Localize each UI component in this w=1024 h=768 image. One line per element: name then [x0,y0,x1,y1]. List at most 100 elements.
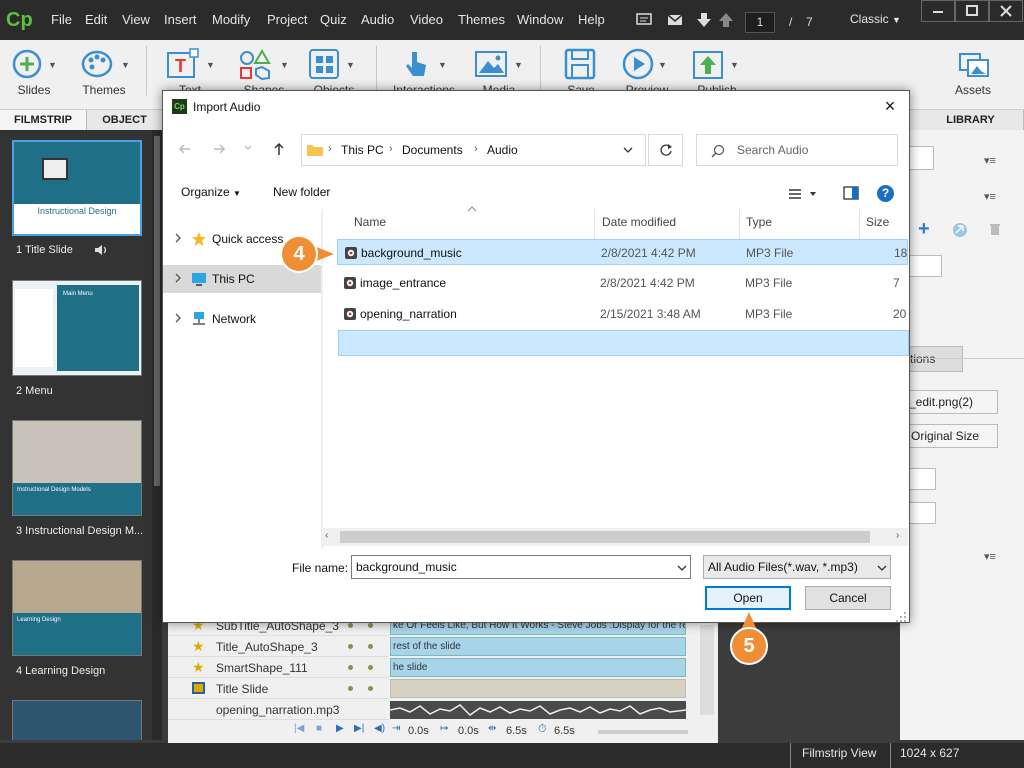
file-row-image-entrance[interactable]: image_entrance 2/8/2021 4:42 PM MP3 File… [337,270,908,296]
refresh-icon[interactable] [952,222,968,238]
lock-dot[interactable] [368,686,373,691]
menu-modify[interactable]: Modify [212,12,250,27]
play-icon[interactable]: ▶ [336,723,344,734]
menu-quiz[interactable]: Quiz [320,12,347,27]
recent-locations-icon[interactable] [243,143,253,159]
timeline-scrollbar[interactable] [700,625,714,715]
prev-arrow-icon[interactable] [718,13,734,27]
timeline-bar[interactable] [390,679,686,698]
visibility-dot[interactable] [348,665,353,670]
scroll-left-icon[interactable]: ‹ [325,530,328,541]
menu-window[interactable]: Window [517,12,563,27]
view-options-icon[interactable] [788,187,820,201]
panel-menu-icon[interactable]: ▾≡ [984,154,996,167]
breadcrumb-this-pc[interactable]: This PC [341,143,384,157]
close-icon[interactable]: × [881,97,899,116]
lock-dot[interactable] [368,644,373,649]
menu-edit[interactable]: Edit [85,12,107,27]
address-bar[interactable]: › This PC › Documents › Audio [301,134,646,166]
file-type-select[interactable]: All Audio Files(*.wav, *.mp3) [703,555,891,579]
chevron-right-icon[interactable] [173,233,183,243]
slide-thumbnail-5[interactable] [12,700,142,740]
property-field[interactable] [908,146,934,170]
close-window-button[interactable] [989,0,1023,22]
rewind-icon[interactable]: |◀ [294,723,304,734]
timeline-row[interactable]: Title Slide [168,678,388,699]
breadcrumb-audio[interactable]: Audio [487,143,518,157]
lock-dot[interactable] [368,665,373,670]
menu-project[interactable]: Project [267,12,307,27]
end-icon[interactable]: ▶| [354,723,364,734]
image-name-button[interactable]: _edit.png(2) [904,390,998,414]
menu-file[interactable]: File [51,12,72,27]
chevron-right-icon[interactable] [173,313,183,323]
scroll-right-icon[interactable]: › [896,530,899,541]
help-icon[interactable]: ? [877,185,894,202]
file-name-dropdown-icon[interactable] [676,563,688,573]
mail-icon[interactable] [667,13,683,27]
slide-thumbnail-3[interactable]: Instructional Design Models [12,420,142,516]
menu-view[interactable]: View [122,12,150,27]
audio-waveform[interactable] [390,701,686,719]
chevron-right-icon[interactable] [173,273,183,283]
timeline-row[interactable]: opening_narration.mp3 [168,699,388,720]
tab-object-state[interactable]: OBJECT STATE [87,110,163,146]
scrollbar-thumb[interactable] [340,531,870,543]
file-list-hscrollbar[interactable]: ‹ › [322,528,908,546]
comment-icon[interactable] [636,13,652,27]
visibility-dot[interactable] [348,623,353,628]
menu-themes[interactable]: Themes [458,12,505,27]
panel-menu-icon[interactable]: ▾≡ [984,550,996,563]
timeline-row[interactable]: ★ SmartShape_111 [168,657,388,678]
open-button[interactable]: Open [705,586,791,610]
maximize-button[interactable] [955,0,989,22]
visibility-dot[interactable] [348,686,353,691]
visibility-dot[interactable] [348,644,353,649]
assets-button[interactable]: Assets [948,44,998,106]
cancel-button[interactable]: Cancel [805,586,891,610]
lock-dot[interactable] [368,623,373,628]
filmstrip-scrollbar[interactable] [152,130,162,740]
file-row-background-music[interactable]: background_music 2/8/2021 4:42 PM MP3 Fi… [337,239,908,265]
workspace-switcher[interactable]: Classic ▼ [850,12,901,26]
menu-audio[interactable]: Audio [361,12,394,27]
refresh-button[interactable] [648,134,683,166]
next-arrow-icon[interactable] [696,13,712,27]
nav-item-network[interactable]: Network [163,305,321,333]
file-row-opening-narration[interactable]: opening_narration 2/15/2021 3:48 AM MP3 … [337,301,908,327]
minimize-button[interactable] [921,0,955,22]
scrollbar-thumb[interactable] [154,136,160,486]
preview-pane-icon[interactable] [843,186,859,200]
up-arrow-icon[interactable] [271,141,287,157]
menu-video[interactable]: Video [410,12,443,27]
address-dropdown-icon[interactable] [622,145,634,155]
speaker-icon[interactable]: ◀) [374,723,385,734]
forward-arrow-icon[interactable] [211,141,227,157]
tab-filmstrip[interactable]: FILMSTRIP [0,110,87,130]
search-box[interactable]: Search Audio [696,134,898,166]
file-name-input[interactable]: background_music [351,555,691,579]
panel-menu-icon[interactable]: ▾≡ [984,190,996,203]
stop-icon[interactable]: ■ [316,723,322,734]
back-arrow-icon[interactable] [177,141,193,157]
slides-button[interactable]: ▼ Slides [8,44,60,106]
zoom-slider[interactable] [598,730,688,734]
timeline-bar[interactable]: rest of the slide [390,637,686,656]
slide-thumbnail-4[interactable]: Learning Design [12,560,142,656]
tab-library[interactable]: LIBRARY [918,110,1024,130]
themes-button[interactable]: ▼ Themes [76,44,132,106]
page-number-input[interactable]: 1 [745,12,775,33]
organize-button[interactable]: Organize ▼ [181,185,241,199]
search-input[interactable]: Search Audio [737,143,808,157]
slide-thumbnail-1[interactable]: Instructional Design [12,140,142,236]
original-size-button[interactable]: Original Size [904,424,998,448]
timeline-row[interactable]: ★ Title_AutoShape_3 [168,636,388,657]
menu-insert[interactable]: Insert [164,12,197,27]
delete-icon[interactable] [988,222,1002,236]
menu-help[interactable]: Help [578,12,605,27]
slide-thumbnail-2[interactable]: Main Menu [12,280,142,376]
add-icon[interactable]: + [918,218,930,241]
new-folder-button[interactable]: New folder [273,185,330,199]
timeline-bar[interactable]: he slide [390,658,686,677]
breadcrumb-documents[interactable]: Documents [402,143,463,157]
